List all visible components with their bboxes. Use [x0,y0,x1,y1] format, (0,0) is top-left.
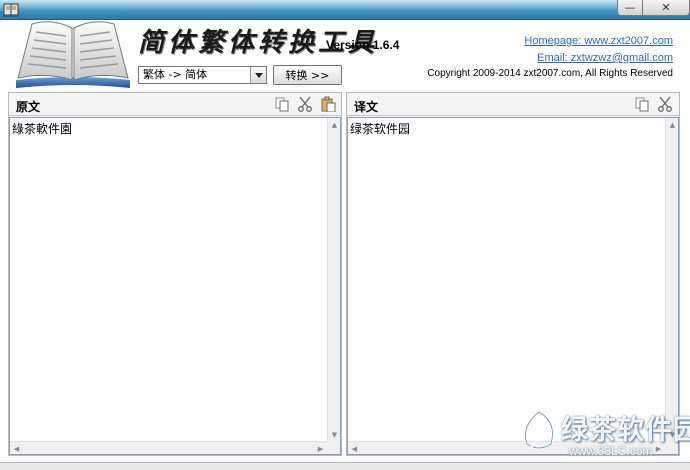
scroll-right-arrow-icon[interactable]: ▶ [314,442,327,455]
source-horizontal-scrollbar[interactable]: ◀ ▶ [10,441,327,454]
cut-icon[interactable] [657,96,673,112]
scroll-up-arrow-icon[interactable]: ▲ [328,118,341,131]
leaf-logo-icon [524,410,554,450]
copy-icon[interactable] [274,96,290,112]
email-link[interactable]: Email: zxtwzwz@gmail.com [537,52,673,64]
result-panel: 译文 绿茶软件园 ▲ ▼ ◀ ▶ [346,92,680,456]
paste-icon[interactable] [320,96,336,112]
cut-icon[interactable] [297,96,313,112]
status-bar [0,462,690,470]
result-text: 绿茶软件园 [350,122,411,136]
chevron-down-icon[interactable] [250,67,266,83]
source-vertical-scrollbar[interactable]: ▲ ▼ [327,118,340,441]
result-vertical-scrollbar[interactable]: ▲ ▼ [665,118,678,441]
convert-button[interactable]: 转换 >> [273,65,342,85]
title-bar: — ✕ [0,0,690,20]
version-label: Version 1.6.4 [326,38,400,52]
copyright-text: Copyright 2009-2014 zxt2007.com, All Rig… [427,68,673,79]
result-panel-title: 译文 [354,100,379,114]
conversion-mode-select[interactable]: 繁体 -> 简体 [138,66,267,84]
source-panel-header: 原文 [9,93,341,116]
watermark: 绿茶软件园 www.33LC.com [513,408,690,464]
homepage-link[interactable]: Homepage: www.zxt2007.com [524,35,673,47]
copy-icon[interactable] [634,96,650,112]
source-text: 綠茶軟件園 [12,122,73,136]
close-button[interactable]: ✕ [642,0,690,16]
watermark-url: www.33LC.com [569,444,653,458]
scroll-left-arrow-icon[interactable]: ◀ [10,442,23,455]
result-text-area[interactable]: 绿茶软件园 ▲ ▼ ◀ ▶ [347,117,679,455]
scroll-up-arrow-icon[interactable]: ▲ [666,118,679,131]
book-logo-icon [16,21,130,88]
scroll-down-arrow-icon[interactable]: ▼ [328,428,341,441]
app-icon[interactable] [2,1,20,18]
result-panel-header: 译文 [347,93,679,116]
conversion-mode-value: 繁体 -> 简体 [143,68,208,81]
scroll-left-arrow-icon[interactable]: ◀ [348,442,361,455]
minimize-button[interactable]: — [617,0,643,16]
source-panel: 原文 綠茶軟件園 ▲ ▼ ◀ ▶ [8,92,342,456]
source-text-area[interactable]: 綠茶軟件園 ▲ ▼ ◀ ▶ [9,117,341,455]
scrollbar-corner [327,441,340,454]
watermark-text: 绿茶软件园 [561,415,690,446]
source-panel-title: 原文 [16,100,41,114]
